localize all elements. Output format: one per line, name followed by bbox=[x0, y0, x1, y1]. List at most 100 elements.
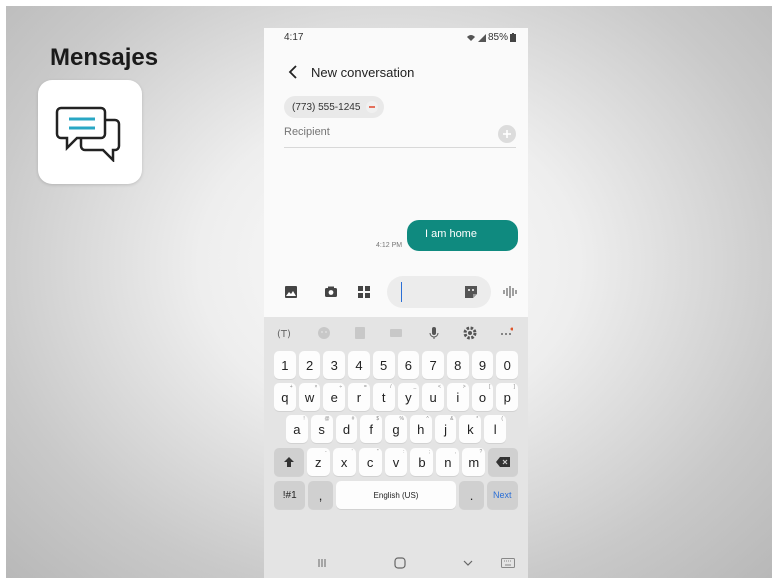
backspace-icon bbox=[496, 457, 511, 467]
letter-key[interactable]: u < bbox=[422, 383, 444, 411]
shift-arrow-icon bbox=[283, 457, 294, 467]
key-label: t bbox=[381, 389, 386, 405]
number-key[interactable]: 7 bbox=[422, 351, 444, 379]
key-hint: ^ bbox=[426, 416, 429, 422]
key-hint: ; bbox=[429, 449, 431, 455]
number-key[interactable]: 4 bbox=[348, 351, 370, 379]
letter-key[interactable]: d # bbox=[335, 415, 358, 443]
recipient-row bbox=[284, 122, 516, 148]
mic-icon[interactable] bbox=[426, 325, 442, 341]
comma-key[interactable]: , bbox=[308, 481, 333, 509]
letter-key[interactable]: b; bbox=[410, 448, 434, 476]
letter-key[interactable]: a! bbox=[286, 415, 308, 443]
text-prediction-icon[interactable]: (T) bbox=[276, 325, 292, 341]
number-key[interactable]: 1 bbox=[274, 351, 296, 379]
key-label: k bbox=[467, 421, 474, 437]
letter-key[interactable]: t / bbox=[372, 383, 395, 411]
letter-key[interactable]: l( bbox=[484, 415, 507, 443]
recipient-input[interactable] bbox=[284, 126, 484, 138]
signal-icon bbox=[477, 33, 486, 42]
letter-key[interactable]: w × bbox=[298, 383, 321, 411]
space-key[interactable]: English (US) bbox=[335, 481, 457, 509]
key-hint: " bbox=[376, 449, 379, 455]
emoji-icon[interactable] bbox=[316, 325, 332, 341]
letter-key[interactable]: z- bbox=[306, 448, 330, 476]
key-label: w bbox=[304, 389, 315, 405]
sticker-icon[interactable] bbox=[463, 284, 479, 300]
page-title: New conversation bbox=[311, 65, 415, 80]
letter-key[interactable]: x ' bbox=[332, 448, 356, 476]
back-chevron-icon[interactable] bbox=[460, 555, 476, 571]
home-icon[interactable] bbox=[392, 555, 408, 571]
key-label: y bbox=[405, 389, 412, 405]
key-hint: [ bbox=[488, 384, 491, 390]
minus-icon[interactable] bbox=[366, 101, 379, 113]
clipboard-icon[interactable] bbox=[388, 325, 404, 341]
more-icon[interactable] bbox=[498, 325, 514, 341]
status-icons: 85% bbox=[466, 32, 516, 43]
backspace-key[interactable] bbox=[488, 448, 519, 476]
slide-title: Mensajes bbox=[50, 44, 159, 71]
number-key[interactable]: 6 bbox=[397, 351, 420, 379]
next-key[interactable]: Next bbox=[486, 481, 519, 509]
letter-key[interactable]: p] bbox=[496, 383, 519, 411]
letter-key[interactable]: s @ bbox=[310, 415, 333, 443]
letter-key[interactable]: q + bbox=[274, 383, 296, 411]
number-key[interactable]: 5 bbox=[372, 351, 395, 379]
period-key[interactable]: . bbox=[459, 481, 484, 509]
recents-icon[interactable] bbox=[314, 555, 330, 571]
camera-icon[interactable] bbox=[324, 285, 338, 299]
letter-key[interactable]: m? bbox=[462, 448, 486, 476]
key-hint: ? bbox=[479, 449, 483, 455]
key-label: g bbox=[392, 421, 400, 437]
voice-waveform-icon[interactable] bbox=[502, 285, 518, 299]
letter-key[interactable]: c " bbox=[358, 448, 382, 476]
chevron-left-icon[interactable] bbox=[284, 62, 304, 82]
key-label: 4 bbox=[355, 357, 363, 373]
message-input[interactable] bbox=[387, 276, 491, 308]
key-hint: ] bbox=[513, 384, 516, 390]
letter-key[interactable]: h ^ bbox=[409, 415, 432, 443]
letter-key[interactable]: v: bbox=[384, 448, 408, 476]
grid-icon[interactable] bbox=[357, 285, 371, 299]
key-row-3: z - x ' c " v: b; n, m? bbox=[274, 448, 519, 476]
key-hint: ( bbox=[501, 416, 504, 422]
key-row-4: !#1 , English (US) . Next bbox=[274, 481, 519, 509]
key-label: n bbox=[444, 454, 452, 470]
letter-key[interactable]: g% bbox=[385, 415, 407, 443]
letter-key[interactable]: o[ bbox=[471, 383, 494, 411]
phone-screen: 4:17 85% New conversation (773) 555-1245 bbox=[264, 28, 528, 578]
number-key[interactable]: 3 bbox=[323, 351, 346, 379]
shift-key[interactable] bbox=[274, 448, 304, 476]
key-label: 6 bbox=[404, 357, 412, 373]
key-hint: _ bbox=[413, 384, 417, 390]
sticker-icon[interactable] bbox=[352, 325, 368, 341]
letter-key[interactable]: f $ bbox=[360, 415, 383, 443]
keyboard-icon[interactable] bbox=[500, 555, 516, 571]
letter-key[interactable]: e ÷ bbox=[323, 383, 346, 411]
number-key[interactable]: 2 bbox=[298, 351, 321, 379]
letter-key[interactable]: j & bbox=[434, 415, 457, 443]
key-label: 2 bbox=[305, 357, 314, 373]
key-hint: > bbox=[462, 384, 466, 390]
key-hint: / bbox=[390, 384, 392, 390]
letter-key[interactable]: i > bbox=[446, 383, 469, 411]
number-key[interactable]: 8 bbox=[446, 351, 469, 379]
number-key[interactable]: 0 bbox=[496, 351, 519, 379]
letter-key[interactable]: r = bbox=[348, 383, 370, 411]
key-hint: - bbox=[325, 449, 327, 455]
sent-message-bubble[interactable]: I am home bbox=[407, 220, 518, 251]
status-time: 4:17 bbox=[284, 32, 304, 43]
recipient-chip[interactable]: (773) 555-1245 bbox=[284, 96, 385, 118]
key-label: h bbox=[417, 421, 425, 437]
letter-key[interactable]: k * bbox=[459, 415, 482, 443]
gear-icon[interactable] bbox=[462, 325, 478, 341]
number-key[interactable]: 9 bbox=[471, 351, 494, 379]
symbols-key[interactable]: !#1 bbox=[274, 481, 306, 509]
letter-key[interactable]: y _ bbox=[397, 383, 420, 411]
plus-icon[interactable] bbox=[498, 125, 516, 143]
letter-key[interactable]: n, bbox=[436, 448, 460, 476]
soft-keyboard: (T) 1 2 3 4 5 6 7 8 9 0 q + w × e ÷ r = … bbox=[264, 317, 528, 578]
status-bar: 4:17 85% bbox=[264, 28, 528, 48]
image-icon[interactable] bbox=[284, 285, 298, 299]
